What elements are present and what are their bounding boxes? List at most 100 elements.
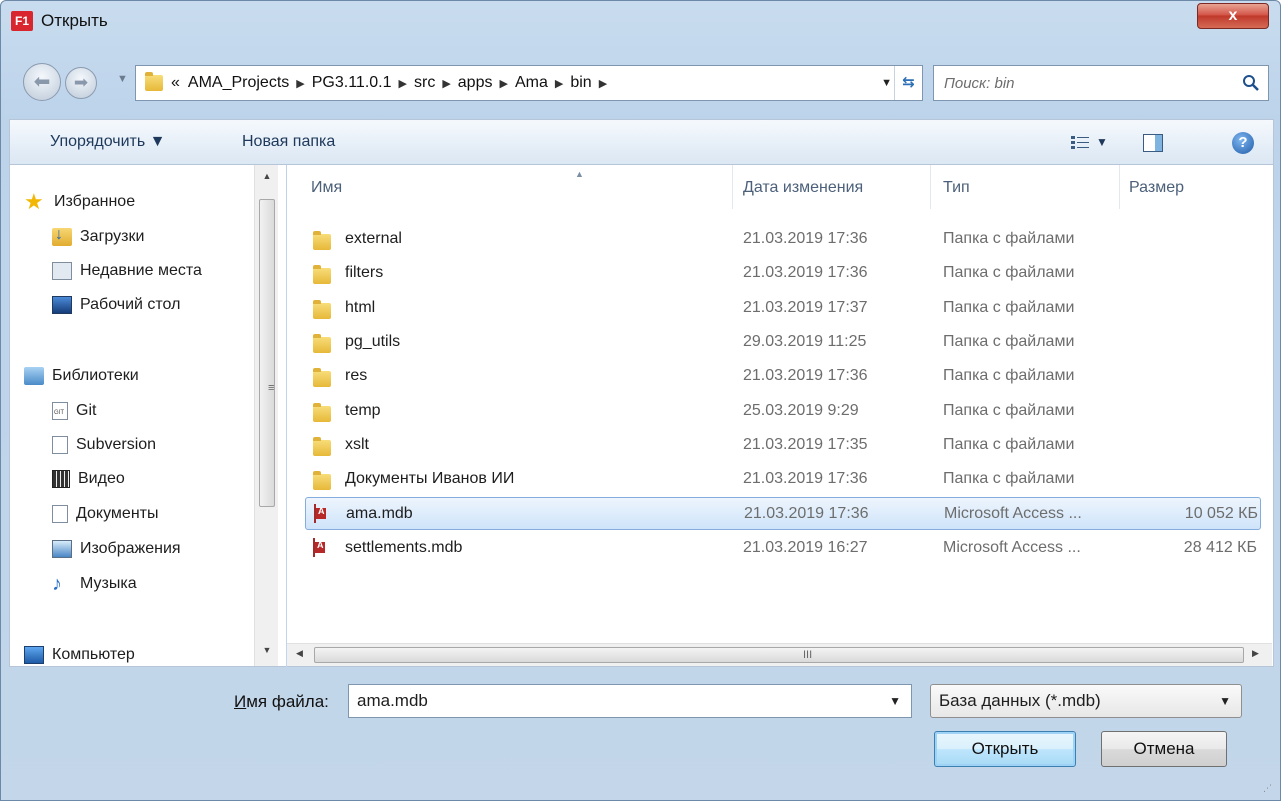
breadcrumb-item[interactable]: AMA_Projects	[188, 74, 289, 92]
file-type-cell: Папка с файлами	[943, 230, 1075, 247]
chevron-right-icon[interactable]: ▶	[599, 77, 607, 90]
file-name-cell: html	[345, 299, 376, 316]
breadcrumb-overflow[interactable]: «	[171, 74, 180, 92]
file-size-cell: 10 052 КБ	[1184, 505, 1258, 522]
nav-item-video[interactable]: Видео	[52, 466, 125, 492]
forward-button[interactable]: ➡	[65, 67, 97, 99]
column-divider[interactable]	[732, 165, 733, 209]
horizontal-scrollbar[interactable]: ◀ III ▶	[287, 643, 1272, 666]
file-row[interactable]: settlements.mdb 21.03.2019 16:27 Microsoft…	[305, 532, 1261, 565]
file-name-cell: Документы Иванов ИИ	[345, 470, 515, 487]
column-header-name[interactable]: Имя	[311, 179, 342, 197]
filetype-dropdown-icon[interactable]: ▼	[1219, 685, 1231, 717]
folder-row[interactable]: temp 25.03.2019 9:29 Папка с файлами	[305, 395, 1261, 428]
breadcrumb-item[interactable]: Ama	[515, 74, 548, 92]
scrollbar-thumb[interactable]: ≡	[259, 199, 275, 507]
grip-icon: ≡	[268, 382, 275, 394]
chevron-right-icon[interactable]: ▶	[399, 77, 407, 90]
column-header-date[interactable]: Дата изменения	[743, 179, 863, 197]
file-type-cell: Папка с файлами	[943, 470, 1075, 487]
chevron-right-icon[interactable]: ▶	[555, 77, 563, 90]
recent-locations-dropdown[interactable]: ▼	[117, 73, 128, 85]
nav-item-music[interactable]: ♪ Музыка	[52, 571, 137, 597]
libraries-icon	[24, 367, 44, 385]
refresh-icon[interactable]: ⇆	[894, 66, 922, 100]
nav-item-documents[interactable]: Документы	[52, 501, 158, 527]
back-button[interactable]: ⬅	[23, 63, 61, 101]
breadcrumb-item[interactable]: PG3.11.0.1	[312, 74, 392, 92]
column-header-size[interactable]: Размер	[1129, 179, 1184, 197]
file-type-cell: Папка с файлами	[943, 264, 1075, 281]
column-divider[interactable]	[1119, 165, 1120, 209]
nav-item-downloads[interactable]: Загрузки	[52, 224, 144, 250]
filename-dropdown-icon[interactable]: ▼	[889, 685, 901, 717]
video-library-icon	[52, 470, 70, 488]
date-modified-cell: 21.03.2019 17:36	[743, 367, 868, 384]
view-options-dropdown-icon[interactable]: ▼	[1096, 135, 1108, 149]
date-modified-cell: 29.03.2019 11:25	[743, 333, 867, 350]
nav-item-libraries[interactable]: Библиотеки	[24, 363, 139, 389]
folder-row[interactable]: pg_utils 29.03.2019 11:25 Папка с файлами	[305, 326, 1261, 359]
nav-item-label: Документы	[76, 505, 159, 522]
file-name-cell: settlements.mdb	[345, 539, 463, 556]
nav-item-subversion[interactable]: Subversion	[52, 432, 156, 458]
chevron-right-icon[interactable]: ▶	[499, 77, 507, 90]
resize-grip-icon[interactable]: ⋰	[1263, 783, 1272, 794]
cancel-button[interactable]: Отмена	[1101, 731, 1227, 767]
file-list: ▲ Имя Дата изменения Тип Размер external…	[287, 165, 1274, 667]
open-button[interactable]: Открыть	[934, 731, 1076, 767]
folder-row[interactable]: external 21.03.2019 17:36 Папка с файлами	[305, 223, 1261, 256]
change-view-icon[interactable]	[1071, 135, 1089, 151]
nav-item-desktop[interactable]: Рабочий стол	[52, 292, 180, 318]
close-button[interactable]: x	[1197, 3, 1269, 29]
title-bar[interactable]: F1 Открыть x	[1, 1, 1280, 43]
nav-item-git[interactable]: Git	[52, 398, 96, 424]
document-library-icon	[52, 436, 68, 454]
scroll-up-icon[interactable]: ▲	[255, 171, 279, 181]
breadcrumb-item[interactable]: bin	[570, 74, 591, 92]
column-divider[interactable]	[930, 165, 931, 209]
chevron-right-icon[interactable]: ▶	[296, 77, 304, 90]
nav-item-label: Избранное	[54, 193, 136, 210]
address-dropdown-icon[interactable]: ▼	[881, 77, 892, 89]
file-name-cell: pg_utils	[345, 333, 401, 350]
folder-icon	[313, 437, 331, 456]
preview-pane-icon[interactable]	[1143, 134, 1163, 152]
scrollbar-thumb[interactable]: III	[314, 647, 1244, 663]
search-placeholder: Поиск: bin	[944, 74, 1015, 92]
chevron-right-icon[interactable]: ▶	[442, 77, 450, 90]
search-icon[interactable]	[1242, 74, 1260, 92]
folder-row[interactable]: html 21.03.2019 17:37 Папка с файлами	[305, 292, 1261, 325]
nav-item-recent-places[interactable]: Недавние места	[52, 258, 202, 284]
navpane-vertical-scrollbar[interactable]: ▲ ≡ ▼	[254, 165, 278, 666]
app-icon: F1	[11, 11, 33, 31]
new-folder-button[interactable]: Новая папка	[242, 133, 335, 151]
filename-value[interactable]: ama.mdb	[357, 691, 428, 710]
nav-item-computer[interactable]: Компьютер	[24, 642, 135, 668]
breadcrumb-item[interactable]: src	[414, 74, 435, 92]
filetype-select[interactable]: База данных (*.mdb) ▼	[930, 684, 1242, 718]
breadcrumb-item[interactable]: apps	[458, 74, 493, 92]
file-row[interactable]: ama.mdb 21.03.2019 17:36 Microsoft Access …	[305, 497, 1261, 530]
date-modified-cell: 21.03.2019 17:37	[743, 299, 868, 316]
nav-item-pictures[interactable]: Изображения	[52, 536, 181, 562]
folder-row[interactable]: res 21.03.2019 17:36 Папка с файлами	[305, 360, 1261, 393]
help-icon[interactable]: ?	[1232, 132, 1254, 154]
window-title: Открыть	[41, 11, 108, 30]
column-header-type[interactable]: Тип	[943, 179, 970, 197]
folder-row[interactable]: xslt 21.03.2019 17:35 Папка с файлами	[305, 429, 1261, 462]
folder-row[interactable]: filters 21.03.2019 17:36 Папка с файлами	[305, 257, 1261, 290]
organize-button[interactable]: Упорядочить ▼	[50, 133, 166, 151]
filename-label: Имя файла:	[234, 692, 329, 712]
scroll-right-icon[interactable]: ▶	[1252, 648, 1259, 659]
address-bar[interactable]: « AMA_Projects ▶ PG3.11.0.1 ▶ src ▶ apps…	[135, 65, 923, 101]
filename-combobox[interactable]: ama.mdb ▼	[348, 684, 912, 718]
nav-item-favorites[interactable]: ★ Избранное	[24, 189, 135, 215]
scroll-down-icon[interactable]: ▼	[255, 645, 279, 655]
search-input[interactable]: Поиск: bin	[933, 65, 1269, 101]
folder-row[interactable]: Документы Иванов ИИ 21.03.2019 17:36 Папка…	[305, 463, 1261, 496]
scroll-left-icon[interactable]: ◀	[296, 648, 303, 659]
file-name-cell: external	[345, 230, 402, 247]
folder-icon	[313, 334, 331, 353]
file-type-cell: Папка с файлами	[943, 333, 1075, 350]
